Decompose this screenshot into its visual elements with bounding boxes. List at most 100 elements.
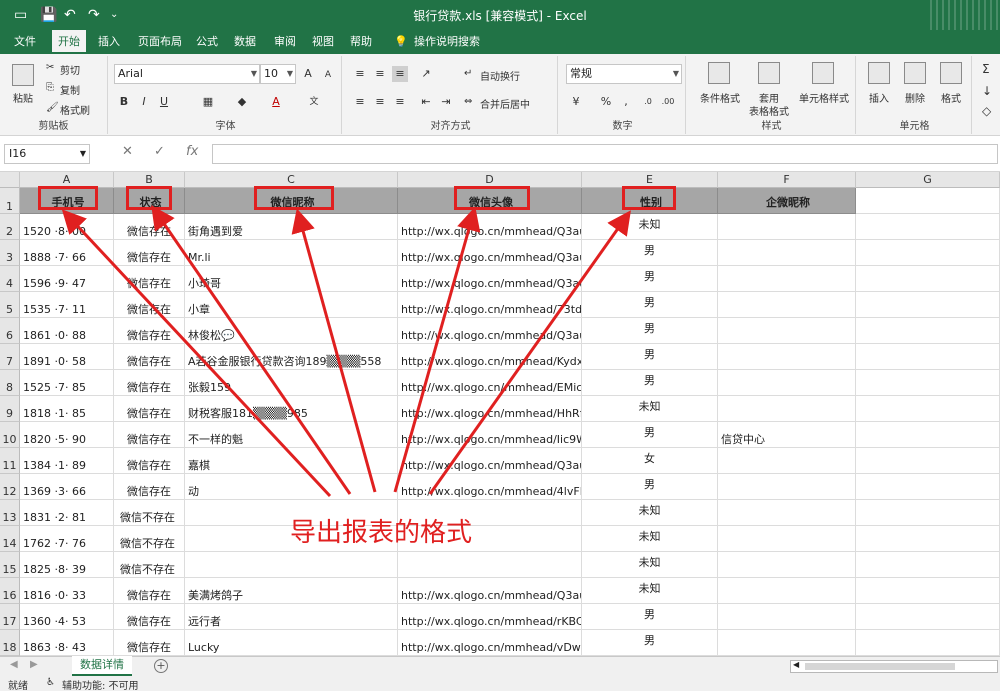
fill-color-icon[interactable]: ◆ — [234, 94, 250, 110]
row-header[interactable]: 11 — [0, 448, 20, 474]
column-header-f[interactable]: F — [718, 172, 856, 188]
align-left-icon[interactable]: ≡ — [352, 94, 368, 110]
cell-status[interactable]: 微信存在 — [114, 578, 185, 604]
cell-status[interactable]: 微信存在 — [114, 370, 185, 396]
row-header[interactable]: 7 — [0, 344, 20, 370]
cell-nickname[interactable]: 动 — [185, 474, 398, 500]
cell-phone[interactable]: 1861 ·0· 88 — [20, 318, 114, 344]
cell-nickname[interactable]: A若谷金服银行贷款咨询189▒▒▒▒558 — [185, 344, 398, 370]
tab-view[interactable]: 视图 — [306, 30, 340, 54]
row-header[interactable]: 17 — [0, 604, 20, 630]
autosum-icon[interactable]: Σ — [982, 62, 990, 76]
cell-phone[interactable]: 1384 ·1· 89 — [20, 448, 114, 474]
insert-cells-icon[interactable] — [868, 62, 890, 84]
cell-nickname[interactable]: 张毅159 — [185, 370, 398, 396]
cell-gender[interactable]: 男 — [582, 474, 718, 500]
row-header[interactable]: 3 — [0, 240, 20, 266]
decrease-decimal-icon[interactable]: .00 — [660, 94, 676, 110]
empty-cell[interactable] — [856, 188, 1000, 214]
cell-gender[interactable]: 未知 — [582, 500, 718, 526]
merge-center-icon[interactable]: ⇔ — [464, 96, 472, 107]
cell-wecom-nickname[interactable] — [718, 344, 856, 370]
cell-status[interactable]: 微信存在 — [114, 344, 185, 370]
delete-cells-icon[interactable] — [904, 62, 926, 84]
empty-cell[interactable] — [856, 266, 1000, 292]
comma-style-icon[interactable]: , — [618, 94, 634, 110]
cell-status[interactable]: 微信不存在 — [114, 552, 185, 578]
font-family-select[interactable]: Arial ▼ — [114, 64, 260, 84]
empty-cell[interactable] — [856, 240, 1000, 266]
row-header[interactable]: 4 — [0, 266, 20, 292]
column-header-g[interactable]: G — [856, 172, 1000, 188]
horizontal-scrollbar[interactable]: ◀ — [790, 660, 998, 673]
empty-cell[interactable] — [856, 214, 1000, 240]
cell-gender[interactable]: 男 — [582, 344, 718, 370]
align-middle-icon[interactable]: ≡ — [372, 66, 388, 82]
cell-gender[interactable]: 男 — [582, 422, 718, 448]
align-top-icon[interactable]: ≡ — [352, 66, 368, 82]
cell-gender[interactable]: 男 — [582, 318, 718, 344]
cell-status[interactable]: 微信存在 — [114, 266, 185, 292]
empty-cell[interactable] — [856, 422, 1000, 448]
cell-phone[interactable]: 1888 ·7· 66 — [20, 240, 114, 266]
row-header[interactable]: 13 — [0, 500, 20, 526]
row-header[interactable]: 14 — [0, 526, 20, 552]
cell-wecom-nickname[interactable] — [718, 500, 856, 526]
row-header[interactable]: 10 — [0, 422, 20, 448]
empty-cell[interactable] — [856, 344, 1000, 370]
row-header[interactable]: 16 — [0, 578, 20, 604]
cell-nickname[interactable]: 远行者 — [185, 604, 398, 630]
empty-cell[interactable] — [856, 500, 1000, 526]
cell-status[interactable]: 微信不存在 — [114, 500, 185, 526]
wrap-text-icon[interactable]: ↵ — [464, 68, 472, 79]
tab-help[interactable]: 帮助 — [344, 30, 378, 54]
add-sheet-button[interactable]: + — [154, 659, 168, 673]
cell-wecom-nickname[interactable] — [718, 396, 856, 422]
cell-phone[interactable]: 1863 ·8· 43 — [20, 630, 114, 656]
cell-phone[interactable]: 1825 ·8· 39 — [20, 552, 114, 578]
cell-status[interactable]: 微信存在 — [114, 630, 185, 656]
row-header[interactable]: 8 — [0, 370, 20, 396]
cell-status[interactable]: 微信存在 — [114, 448, 185, 474]
format-cells-button[interactable]: 格式 — [932, 90, 970, 105]
cut-button[interactable]: 剪切 — [60, 62, 80, 77]
cell-nickname[interactable]: 嘉棋 — [185, 448, 398, 474]
cell-wecom-nickname[interactable] — [718, 318, 856, 344]
increase-decimal-icon[interactable]: .0 — [640, 94, 656, 110]
insert-cells-button[interactable]: 插入 — [860, 90, 898, 105]
increase-indent-icon[interactable]: ⇥ — [438, 94, 454, 110]
delete-cells-button[interactable]: 删除 — [896, 90, 934, 105]
sheet-tab-data-details[interactable]: 数据详情 — [72, 656, 132, 676]
formula-input[interactable] — [212, 144, 998, 164]
cell-gender[interactable]: 男 — [582, 292, 718, 318]
cell-gender[interactable]: 未知 — [582, 578, 718, 604]
row-header[interactable]: 12 — [0, 474, 20, 500]
cancel-icon[interactable]: ✕ — [122, 144, 133, 159]
underline-button[interactable]: U — [156, 94, 172, 110]
tab-insert[interactable]: 插入 — [92, 30, 126, 54]
currency-icon[interactable]: ¥ — [568, 94, 584, 110]
cell-status[interactable]: 微信存在 — [114, 422, 185, 448]
format-as-table-icon[interactable] — [758, 62, 780, 84]
cell-status[interactable]: 微信存在 — [114, 474, 185, 500]
cell-nickname[interactable]: 小章 — [185, 292, 398, 318]
cell-phone[interactable]: 1820 ·5· 90 — [20, 422, 114, 448]
cell-status[interactable]: 微信存在 — [114, 214, 185, 240]
cell-wecom-nickname[interactable] — [718, 266, 856, 292]
accessibility-status[interactable]: 辅助功能: 不可用 — [62, 677, 139, 691]
cell-avatar-url[interactable]: http://wx.qlogo.cn/mmhead/4lvFKZkE — [398, 474, 582, 500]
copy-icon[interactable]: ⎘ — [46, 82, 54, 93]
cell-avatar-url[interactable] — [398, 552, 582, 578]
empty-cell[interactable] — [856, 370, 1000, 396]
cell-styles-icon[interactable] — [812, 62, 834, 84]
cell-gender[interactable]: 男 — [582, 630, 718, 656]
format-cells-icon[interactable] — [940, 62, 962, 84]
cell-nickname[interactable] — [185, 552, 398, 578]
insert-function-icon[interactable]: fx — [186, 144, 198, 159]
name-box[interactable]: I16 ▼ — [4, 144, 90, 164]
orientation-icon[interactable]: ↗ — [418, 66, 434, 82]
tab-home[interactable]: 开始 — [52, 30, 86, 54]
tab-page-layout[interactable]: 页面布局 — [132, 30, 188, 54]
merge-center-button[interactable]: 合并后居中 — [480, 96, 530, 111]
cell-gender[interactable]: 未知 — [582, 526, 718, 552]
